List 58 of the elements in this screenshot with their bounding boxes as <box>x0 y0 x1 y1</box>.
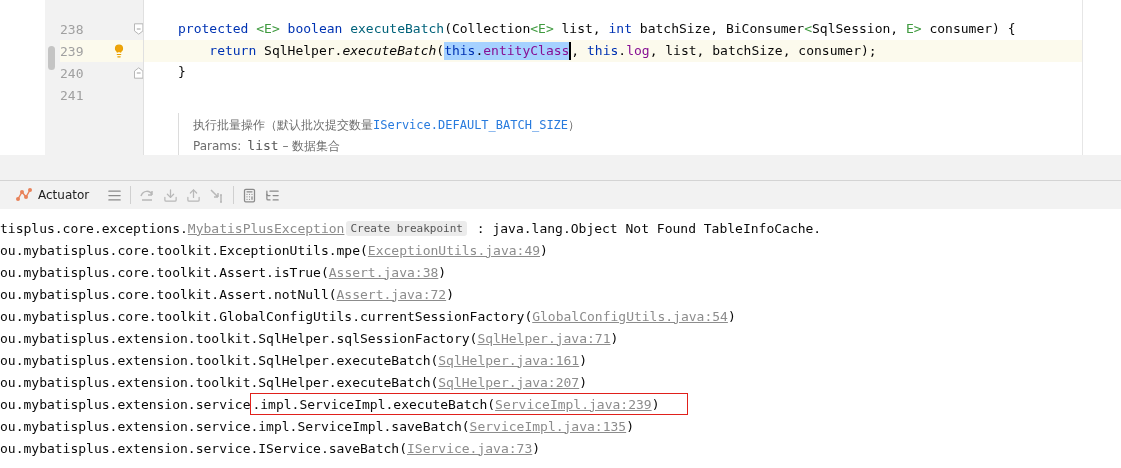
console-text: ou.mybatisplus.extension.service.IService.saveBatch( <box>0 440 407 456</box>
lightbulb-icon[interactable] <box>112 44 126 58</box>
console-text: ou.mybatisplus.extension.toolkit.SqlHelper.executeBatch( <box>0 374 439 390</box>
scrollbar-thumb[interactable] <box>48 46 55 70</box>
console-text: ou.mybatisplus.core.toolkit.Assert.isTrue( <box>0 264 329 280</box>
doc-text: ） <box>568 117 581 134</box>
console-text: ) <box>610 330 619 346</box>
step-into-icon[interactable] <box>163 187 179 203</box>
line-number: 240 <box>60 65 85 81</box>
doc-link[interactable]: IService.DEFAULT_BATCH_SIZE <box>373 118 569 132</box>
console-text: ) <box>438 264 447 280</box>
step-out-icon[interactable] <box>186 187 202 203</box>
console-text: ) <box>626 418 634 434</box>
source-link[interactable]: ServiceImpl.java:135 <box>469 418 627 434</box>
console-text: ) <box>651 396 660 412</box>
console-text: ) <box>540 242 548 258</box>
source-link[interactable]: IService.java:73 <box>407 440 533 456</box>
console-text: ou.mybatisplus.extension.toolkit.SqlHelper.executeBatch( <box>0 352 439 368</box>
console-text: ou.mybatisplus.extension.service <box>0 396 251 412</box>
console-text: .impl.ServiceImpl.executeBatch( <box>252 396 496 412</box>
source-link[interactable]: ExceptionUtils.java:49 <box>367 242 541 258</box>
doc-text: 执行批量操作（默认批次提交数量 <box>193 117 373 134</box>
source-link[interactable]: Assert.java:72 <box>336 286 447 302</box>
line-number: 241 <box>60 87 85 103</box>
source-link[interactable]: ServiceImpl.java:239 <box>495 396 652 412</box>
console-text: ) <box>579 374 587 390</box>
console-text: ) <box>446 286 454 302</box>
console-text: tisplus.core.exceptions. <box>0 220 188 236</box>
source-link[interactable]: Assert.java:38 <box>328 264 439 280</box>
create-breakpoint-hint[interactable]: Create breakpoint <box>346 220 467 236</box>
fold-marker-icon[interactable] <box>133 67 143 79</box>
console-text: ou.mybatisplus.core.toolkit.GlobalConfigUtils.currentSessionFactory( <box>0 308 533 324</box>
console-text: ) <box>727 308 736 324</box>
actuator-tab[interactable]: Actuator <box>16 188 100 202</box>
line-number: 238 <box>60 21 85 37</box>
menu-icon[interactable] <box>107 187 123 203</box>
trace-icon[interactable] <box>265 187 281 203</box>
console-text: ou.mybatisplus.core.toolkit.ExceptionUtils.mpe( <box>0 242 368 258</box>
fold-marker-icon[interactable] <box>133 23 143 35</box>
code-line: protected <E> boolean executeBatch(Collection<E> list, int batchSize, BiConsumer<SqlSession, E> consumer) { <box>177 19 1017 38</box>
line-number: 239 <box>60 43 85 59</box>
console-text: ou.mybatisplus.extension.toolkit.SqlHelper.sqlSessionFactory( <box>0 330 478 346</box>
console-text: ) <box>532 440 541 456</box>
source-link[interactable]: GlobalConfigUtils.java:54 <box>532 308 728 324</box>
source-link[interactable]: SqlHelper.java:71 <box>477 330 611 346</box>
console-text: : java.lang.Object Not Found TableInfoCache. <box>475 220 822 236</box>
params-label: Params: <box>193 139 242 153</box>
code-line: } <box>177 63 187 82</box>
actuator-icon <box>16 188 32 202</box>
console-text: ou.mybatisplus.core.toolkit.Assert.notNull( <box>0 286 337 302</box>
source-link[interactable]: SqlHelper.java:207 <box>438 374 580 390</box>
calculator-icon[interactable] <box>242 187 258 203</box>
source-link[interactable]: MybatisPlusException <box>187 220 345 236</box>
param-name: list <box>247 138 279 153</box>
console-text: ou.mybatisplus.extension.service.impl.ServiceImpl.saveBatch( <box>0 418 470 434</box>
console-text: ) <box>579 352 587 368</box>
param-description: – 数据集合 <box>281 138 341 155</box>
source-link[interactable]: SqlHelper.java:161 <box>438 352 580 368</box>
